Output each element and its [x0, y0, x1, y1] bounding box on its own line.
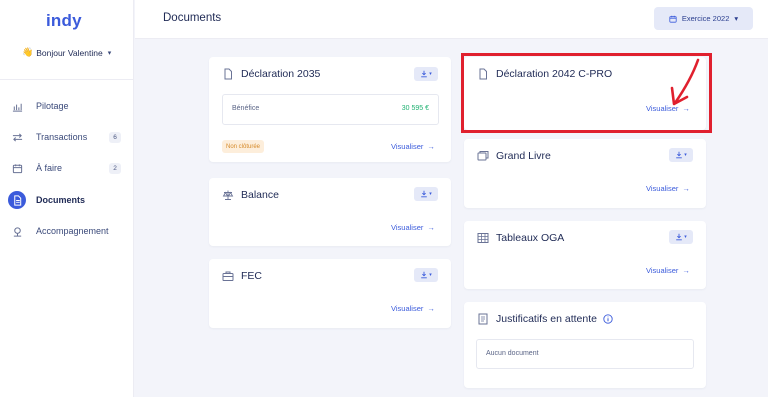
empty-state-text: Aucun document [486, 350, 539, 357]
annotation-arrow-icon [670, 58, 700, 106]
sidebar-item-documents[interactable]: Documents [0, 190, 134, 210]
download-button[interactable]: ▾ [414, 187, 438, 201]
card-fec: FEC ▾ Visualiser → [209, 259, 451, 328]
download-button[interactable]: ▾ [414, 67, 438, 81]
view-label: Visualiser [391, 304, 424, 313]
status-badge: Non clôturée [222, 140, 265, 153]
card-title: Balance [241, 189, 279, 201]
chevron-down-icon: ▾ [107, 49, 112, 57]
sidebar-item-label: À faire [36, 163, 63, 173]
benefit-box: Bénéfice 30 595 € [222, 94, 439, 125]
download-button[interactable]: ▾ [669, 230, 693, 244]
chevron-down-icon: ▾ [684, 234, 687, 240]
view-link[interactable]: Visualiser → [391, 142, 435, 151]
card-title: Tableaux OGA [496, 232, 565, 244]
chevron-down-icon: ▾ [734, 14, 739, 23]
arrow-right-icon: → [682, 184, 690, 193]
download-button[interactable]: ▾ [669, 148, 693, 162]
view-label: Visualiser [391, 223, 424, 232]
arrow-right-icon: → [427, 142, 435, 151]
count-badge: 6 [109, 131, 121, 143]
card-title: Grand Livre [496, 150, 551, 162]
books-icon [476, 149, 489, 162]
file-icon [221, 67, 234, 80]
download-icon [676, 233, 683, 241]
scale-icon [221, 188, 234, 201]
sidebar: indy 👋 Bonjour Valentine ▾ Pilotage Tran… [0, 0, 134, 397]
card-title: FEC [241, 270, 262, 282]
sidebar-item-label: Transactions [36, 132, 88, 142]
card-justificatifs: Justificatifs en attente Aucun document [464, 302, 706, 388]
top-bar: Documents Exercice 2022 ▾ [135, 0, 768, 39]
sidebar-item-transactions[interactable]: Transactions 6 [0, 127, 134, 147]
download-icon [676, 151, 683, 159]
sidebar-item-label: Accompagnement [36, 226, 109, 236]
greeting-text: Bonjour Valentine [36, 47, 103, 58]
chevron-down-icon: ▾ [684, 152, 687, 158]
empty-documents-box: Aucun document [476, 339, 694, 369]
download-button[interactable]: ▾ [414, 268, 438, 282]
card-balance: Balance ▾ Visualiser → [209, 178, 451, 246]
view-link[interactable]: Visualiser → [391, 304, 435, 313]
count-badge: 2 [109, 162, 121, 174]
exercise-label: Exercice 2022 [681, 14, 730, 23]
calendar-icon [8, 159, 26, 177]
arrow-right-icon: → [427, 304, 435, 313]
sidebar-item-accompagnement[interactable]: Accompagnement [0, 221, 134, 241]
wave-emoji: 👋 [22, 47, 34, 57]
view-label: Visualiser [646, 184, 679, 193]
document-icon [8, 191, 26, 209]
download-icon [421, 70, 428, 78]
chevron-down-icon: ▾ [429, 191, 432, 197]
view-link[interactable]: Visualiser → [391, 223, 435, 232]
page-title: Documents [163, 12, 222, 24]
sidebar-item-label: Pilotage [36, 101, 69, 111]
receipt-icon [476, 312, 489, 325]
sidebar-item-pilotage[interactable]: Pilotage [0, 96, 134, 116]
benefit-value: 30 595 € [401, 105, 429, 112]
view-link[interactable]: Visualiser → [646, 266, 690, 275]
download-icon [421, 190, 428, 198]
bar-chart-icon [8, 97, 26, 115]
view-link[interactable]: Visualiser → [646, 184, 690, 193]
info-icon[interactable] [603, 314, 613, 324]
download-icon [421, 271, 428, 279]
user-menu[interactable]: 👋 Bonjour Valentine ▾ [22, 47, 111, 58]
support-icon [8, 222, 26, 240]
chevron-down-icon: ▾ [429, 71, 432, 77]
view-label: Visualiser [391, 142, 424, 151]
calendar-icon [669, 15, 677, 23]
card-title: Déclaration 2035 [241, 68, 321, 80]
card-declaration-2035: Déclaration 2035 ▾ Bénéfice 30 595 € Non… [209, 57, 451, 162]
card-title-text: Justificatifs en attente [496, 313, 597, 325]
exercise-selector[interactable]: Exercice 2022 ▾ [654, 7, 753, 30]
sidebar-divider [0, 79, 134, 80]
card-tableaux-oga: Tableaux OGA ▾ Visualiser → [464, 221, 706, 289]
sidebar-item-a-faire[interactable]: À faire 2 [0, 158, 134, 178]
card-grand-livre: Grand Livre ▾ Visualiser → [464, 139, 706, 208]
table-icon [476, 231, 489, 244]
swap-arrows-icon [8, 128, 26, 146]
app-logo[interactable]: indy [46, 11, 82, 31]
view-label: Visualiser [646, 266, 679, 275]
benefit-label: Bénéfice [232, 105, 260, 112]
briefcase-icon [221, 269, 234, 282]
sidebar-item-label: Documents [36, 195, 86, 205]
arrow-right-icon: → [682, 266, 690, 275]
arrow-right-icon: → [427, 223, 435, 232]
chevron-down-icon: ▾ [429, 272, 432, 278]
card-title: Justificatifs en attente [496, 313, 613, 325]
